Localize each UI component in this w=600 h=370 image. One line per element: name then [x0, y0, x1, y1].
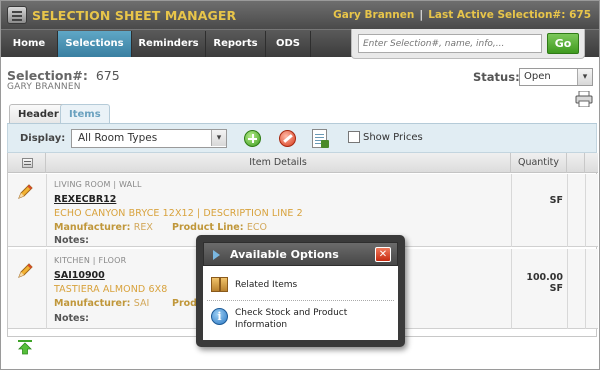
status-value: Open: [524, 71, 551, 82]
info-icon: i: [211, 308, 228, 325]
column-menu-icon: [22, 158, 33, 168]
nav-tab-ods[interactable]: ODS: [266, 31, 311, 57]
close-icon[interactable]: ✕: [375, 247, 391, 262]
delete-item-icon[interactable]: [279, 130, 296, 147]
selection-number: 675: [95, 68, 120, 83]
nav-tab-home[interactable]: Home: [1, 31, 58, 57]
nav-tab-reports[interactable]: Reports: [206, 31, 266, 57]
nav-tab-reminders[interactable]: Reminders: [132, 31, 206, 57]
popup-item-label: Related Items: [235, 280, 298, 290]
chevron-down-icon: ▾: [211, 130, 226, 146]
item-sku-link[interactable]: SAI10900: [54, 270, 105, 281]
item-quantity: SF: [549, 195, 563, 206]
app-title: SELECTION SHEET MANAGER: [32, 8, 237, 23]
last-active-selection[interactable]: Last Active Selection#: 675: [428, 9, 591, 21]
cell-divider: [46, 249, 47, 329]
user-info-separator: |: [419, 9, 424, 21]
popup-item-label: Check Stock and Product Information: [235, 308, 348, 330]
item-manufacturer: Manufacturer: REX: [54, 222, 153, 233]
search-bar: Go: [351, 29, 585, 59]
select-column-header[interactable]: [8, 153, 46, 173]
product-line-label: Product Line:: [172, 222, 244, 233]
column-header-item-details[interactable]: Item Details: [46, 153, 511, 173]
product-line-value: ECO: [246, 222, 267, 233]
tab-header[interactable]: Header: [9, 104, 68, 124]
cell-divider: [567, 174, 568, 247]
cell-divider: [511, 174, 512, 247]
go-button[interactable]: Go: [547, 33, 579, 54]
box-icon: [211, 277, 228, 292]
app-logo-icon: [7, 6, 27, 24]
edit-pencil-icon[interactable]: [17, 263, 33, 279]
cell-divider: [567, 249, 568, 329]
manufacturer-label: Manufacturer:: [54, 222, 131, 233]
manufacturer-value: SAI: [133, 298, 150, 309]
items-toolbar: Display: All Room Types ▾ Show Prices: [7, 124, 597, 153]
manufacturer-value: REX: [133, 222, 153, 233]
user-name[interactable]: Gary Brannen: [333, 9, 414, 21]
column-header-extra: [567, 153, 585, 173]
popup-item-check-stock[interactable]: i Check Stock and Product Information: [203, 304, 398, 336]
available-options-popup: Available Options ✕ Related Items i Chec…: [196, 235, 405, 347]
column-header-quantity[interactable]: Quantity: [511, 153, 567, 173]
display-label: Display:: [20, 133, 66, 144]
item-description: ECHO CANYON BRYCE 12X12 | DESCRIPTION LI…: [54, 208, 303, 219]
edit-pencil-icon[interactable]: [17, 184, 33, 200]
customer-name: GARY BRANNEN: [7, 82, 81, 92]
popup-divider: [207, 300, 394, 301]
item-sku-link[interactable]: REXECBR12: [54, 194, 116, 205]
play-arrow-icon: [213, 250, 220, 260]
status-label: Status:: [473, 70, 520, 84]
display-value: All Room Types: [78, 132, 158, 144]
popup-header: Available Options ✕: [203, 242, 398, 266]
popup-item-related-items[interactable]: Related Items: [203, 272, 398, 298]
item-location: KITCHEN | FLOOR: [54, 256, 127, 265]
grid-header: Item Details Quantity: [8, 153, 598, 173]
item-product-line: Product Line: ECO: [172, 222, 267, 233]
status-select[interactable]: Open ▾: [519, 68, 593, 86]
nav-tab-selections[interactable]: Selections: [58, 31, 132, 57]
cell-divider: [585, 249, 586, 329]
spreadsheet-export-icon[interactable]: [312, 129, 329, 148]
item-notes-label: Notes:: [54, 313, 89, 324]
title-bar: SELECTION SHEET MANAGER Gary Brannen | Las…: [1, 1, 599, 29]
add-item-icon[interactable]: [244, 130, 261, 147]
scroll-to-top-icon[interactable]: [17, 339, 33, 355]
manufacturer-label: Manufacturer:: [54, 298, 131, 309]
item-description: TASTIERA ALMOND 6X8: [54, 284, 168, 295]
chevron-down-icon: ▾: [577, 69, 592, 85]
show-prices-label: Show Prices: [363, 132, 423, 143]
user-info: Gary Brannen | Last Active Selection#: 675: [333, 9, 591, 21]
cell-divider: [585, 174, 586, 247]
print-icon[interactable]: [575, 91, 593, 107]
selection-heading: Selection#: 675: [7, 68, 120, 83]
item-notes-label: Notes:: [54, 235, 89, 246]
search-input[interactable]: [358, 34, 542, 53]
popup-body: Available Options ✕ Related Items i Chec…: [203, 242, 398, 340]
item-quantity: 100.00 SF: [526, 272, 563, 294]
item-manufacturer: Manufacturer: SAI: [54, 298, 149, 309]
tab-items[interactable]: Items: [60, 104, 110, 125]
popup-title: Available Options: [230, 248, 339, 261]
app-window: SELECTION SHEET MANAGER Gary Brannen | Las…: [0, 0, 600, 370]
cell-divider: [46, 174, 47, 247]
cell-divider: [511, 249, 512, 329]
show-prices-checkbox[interactable]: [348, 131, 360, 143]
display-select[interactable]: All Room Types ▾: [71, 129, 227, 148]
selection-label: Selection#:: [7, 68, 88, 83]
item-location: LIVING ROOM | WALL: [54, 180, 142, 189]
